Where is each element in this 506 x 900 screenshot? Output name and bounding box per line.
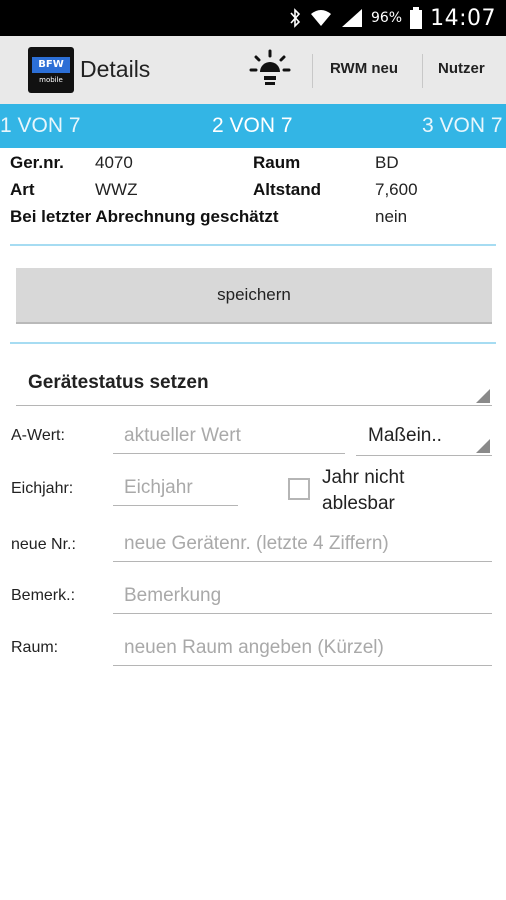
bluetooth-icon (289, 8, 301, 28)
jahr-nicht-ablesbar-checkbox[interactable] (288, 478, 310, 500)
awert-input[interactable]: aktueller Wert (113, 424, 345, 454)
rwm-neu-button[interactable]: RWM neu (330, 60, 398, 77)
eichjahr-input[interactable]: Eichjahr (113, 476, 238, 506)
geschaetzt-value: nein (375, 207, 408, 226)
status-icons: 96% 14:07 (289, 0, 496, 36)
pager-tab-strip: 1 VON 7 2 VON 7 3 VON 7 (0, 104, 506, 148)
tab-previous[interactable]: 1 VON 7 (0, 114, 81, 138)
page-title: Details (80, 56, 151, 82)
signal-icon (341, 8, 363, 28)
logo-subtext: mobile (39, 75, 63, 84)
info-row: Bei letzter Abrechnung geschätzt nein (10, 207, 500, 234)
wifi-icon (309, 8, 333, 28)
bemerk-input[interactable]: Bemerkung (113, 584, 492, 614)
section-divider (10, 342, 496, 344)
jahr-nicht-ablesbar-label[interactable]: Jahr nicht ablesbar (322, 465, 452, 517)
actionbar-divider (312, 54, 313, 88)
status-bar: 96% 14:07 (0, 0, 506, 36)
actionbar-divider (422, 54, 423, 88)
unit-spinner[interactable]: Maßein.. (356, 420, 492, 456)
neue-nr-input[interactable]: neue Gerätenr. (letzte 4 Ziffern) (113, 532, 492, 562)
neue-nr-placeholder: neue Gerätenr. (letzte 4 Ziffern) (124, 533, 389, 554)
clock: 14:07 (430, 5, 496, 31)
dropdown-indicator-icon (476, 439, 490, 453)
section-divider (10, 244, 496, 246)
raum-input[interactable]: neuen Raum angeben (Kürzel) (113, 636, 492, 666)
info-row: Ger.nr. 4070 Raum BD (10, 153, 500, 180)
battery-icon (410, 7, 423, 29)
bemerk-label: Bemerk.: (11, 587, 76, 604)
altstand-label: Altstand (253, 180, 321, 199)
info-row: Art WWZ Altstand 7,600 (10, 180, 500, 207)
save-button[interactable]: speichern (16, 268, 492, 324)
raum-placeholder: neuen Raum angeben (Kürzel) (124, 637, 384, 658)
device-status-value: Gerätestatus setzen (28, 372, 209, 393)
dropdown-indicator-icon (476, 389, 490, 403)
unit-value: Maßein.. (368, 425, 442, 446)
eichjahr-placeholder: Eichjahr (124, 477, 193, 498)
battery-percent: 96% (370, 10, 403, 26)
gernr-label: Ger.nr. (10, 153, 64, 172)
tab-next[interactable]: 3 VON 7 (422, 114, 503, 138)
art-label: Art (10, 180, 35, 199)
action-bar: BFW mobile Details RWM neu Nutzer (0, 36, 506, 104)
tab-current[interactable]: 2 VON 7 (212, 114, 293, 138)
art-value: WWZ (95, 180, 138, 199)
awert-placeholder: aktueller Wert (124, 425, 241, 446)
logo-text: BFW (32, 56, 70, 73)
awert-label: A-Wert: (11, 427, 65, 444)
bemerk-placeholder: Bemerkung (124, 585, 222, 606)
raum-input-label: Raum: (11, 639, 59, 656)
raum-label: Raum (253, 153, 301, 172)
device-status-spinner[interactable]: Gerätestatus setzen (16, 364, 492, 406)
geschaetzt-label: Bei letzter Abrechnung geschätzt (10, 207, 279, 226)
nutzer-button[interactable]: Nutzer (438, 60, 485, 77)
gernr-value: 4070 (95, 153, 133, 172)
device-info: Ger.nr. 4070 Raum BD Art WWZ Altstand 7,… (10, 153, 500, 234)
neue-nr-label: neue Nr.: (11, 536, 76, 553)
eichjahr-label: Eichjahr: (11, 480, 74, 497)
app-logo[interactable]: BFW mobile (28, 47, 74, 93)
raum-value: BD (375, 153, 399, 172)
light-bulb-icon[interactable] (246, 48, 294, 92)
altstand-value: 7,600 (375, 180, 418, 199)
